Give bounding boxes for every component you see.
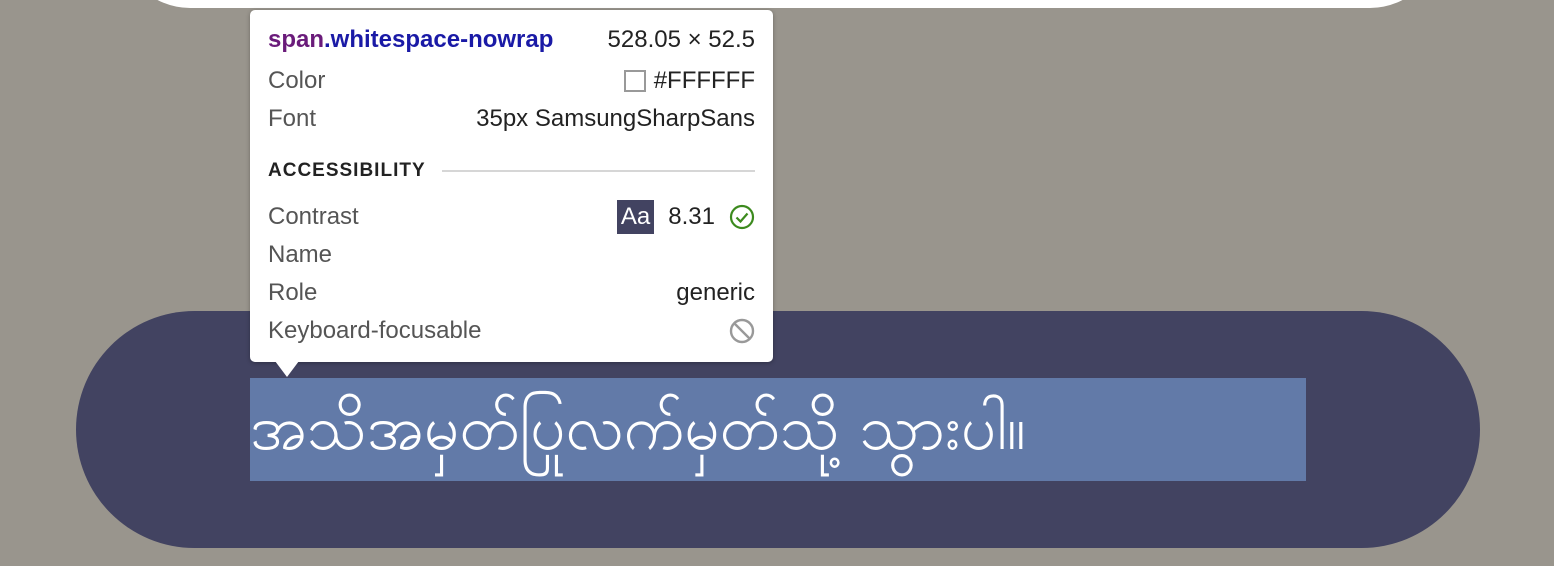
font-value: 35px SamsungSharpSans [476, 105, 755, 132]
role-label: Role [268, 279, 318, 306]
accessibility-title: ACCESSIBILITY [268, 160, 426, 181]
focusable-label: Keyboard-focusable [268, 317, 482, 344]
name-row: Name [268, 239, 755, 271]
tooltip-arrow [275, 361, 299, 377]
role-value: generic [676, 279, 755, 306]
name-label: Name [268, 241, 333, 268]
role-row: Role generic [268, 277, 755, 309]
check-circle-icon [729, 204, 755, 230]
focusable-row: Keyboard-focusable [268, 315, 755, 347]
color-swatch-icon [623, 70, 646, 92]
color-label: Color [268, 67, 326, 94]
font-label: Font [268, 105, 317, 132]
element-tag: span [268, 26, 325, 53]
contrast-sample: Aa [616, 200, 655, 234]
font-row: Font 35px SamsungSharpSans [268, 103, 755, 135]
element-header: span.whitespace-nowrap 528.05 × 52.5 [268, 24, 755, 56]
color-value: #FFFFFF [653, 67, 755, 94]
top-button[interactable] [120, 0, 1440, 8]
color-row: Color #FFFFFF [268, 65, 755, 97]
element-dimensions: 528.05 × 52.5 [607, 26, 755, 53]
contrast-label: Contrast [268, 203, 359, 230]
not-allowed-icon [729, 318, 755, 344]
inspector-tooltip: span.whitespace-nowrap 528.05 × 52.5 Col… [250, 10, 773, 362]
certificate-button-label: အသိအမှတ်ပြုလက်မှတ်သို့ သွားပါ။ [250, 391, 1026, 464]
contrast-value: 8.31 [668, 203, 715, 230]
contrast-row: Contrast Aa 8.31 [268, 200, 755, 234]
accessibility-section: ACCESSIBILITY [268, 160, 755, 182]
divider [441, 170, 755, 172]
element-class: .whitespace-nowrap [324, 26, 554, 53]
